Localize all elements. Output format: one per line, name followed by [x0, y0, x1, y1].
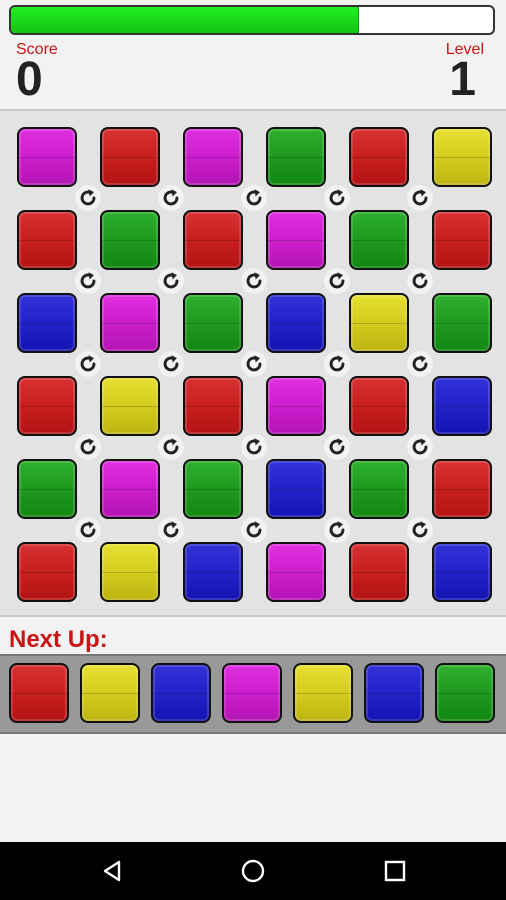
score-value: 0: [16, 53, 43, 106]
rotate-icon[interactable]: [158, 351, 184, 377]
board-tile-blue[interactable]: [266, 293, 326, 353]
board-tile-red[interactable]: [349, 376, 409, 436]
next-up-tile-yellow: [293, 663, 353, 723]
rotate-icon[interactable]: [324, 185, 350, 211]
back-triangle-icon[interactable]: [96, 855, 128, 887]
rotate-icon[interactable]: [241, 268, 267, 294]
level-progress-bar: [9, 5, 495, 35]
next-up-tile-yellow: [80, 663, 140, 723]
board-tile-blue[interactable]: [17, 293, 77, 353]
rotate-icon[interactable]: [407, 351, 433, 377]
rotate-icon[interactable]: [75, 268, 101, 294]
board-tile-blue[interactable]: [266, 459, 326, 519]
rotate-icon[interactable]: [407, 185, 433, 211]
level-value: 1: [449, 53, 476, 106]
progress-bar-fill: [11, 7, 360, 33]
board-tile-magenta[interactable]: [100, 293, 160, 353]
board-tile-blue[interactable]: [432, 542, 492, 602]
board-tile-blue[interactable]: [432, 376, 492, 436]
board-tile-yellow[interactable]: [432, 127, 492, 187]
board-tile-green[interactable]: [349, 459, 409, 519]
rotate-icon[interactable]: [241, 517, 267, 543]
board-tile-red[interactable]: [17, 376, 77, 436]
next-up-tile-blue: [364, 663, 424, 723]
board-tile-red[interactable]: [349, 542, 409, 602]
board-tile-green[interactable]: [183, 459, 243, 519]
board-tile-green[interactable]: [432, 293, 492, 353]
board-tile-blue[interactable]: [183, 542, 243, 602]
next-up-tile-magenta: [222, 663, 282, 723]
board-tile-magenta[interactable]: [266, 376, 326, 436]
game-board: [0, 111, 506, 617]
rotate-icon[interactable]: [241, 351, 267, 377]
rotate-icon[interactable]: [324, 268, 350, 294]
board-tile-green[interactable]: [100, 210, 160, 270]
board-tile-yellow[interactable]: [349, 293, 409, 353]
rotate-icon[interactable]: [158, 268, 184, 294]
board-tile-green[interactable]: [17, 459, 77, 519]
rotate-icon[interactable]: [407, 434, 433, 460]
board-tile-red[interactable]: [183, 376, 243, 436]
board-tile-red[interactable]: [349, 127, 409, 187]
board-tile-green[interactable]: [266, 127, 326, 187]
board-tile-magenta[interactable]: [183, 127, 243, 187]
rotate-icon[interactable]: [158, 517, 184, 543]
home-circle-icon[interactable]: [237, 855, 269, 887]
board-tile-red[interactable]: [100, 127, 160, 187]
board-tile-magenta[interactable]: [17, 127, 77, 187]
board-tile-yellow[interactable]: [100, 376, 160, 436]
next-up-tile-blue: [151, 663, 211, 723]
rotate-icon[interactable]: [158, 185, 184, 211]
board-tile-red[interactable]: [432, 459, 492, 519]
next-up-tile-red: [9, 663, 69, 723]
next-up-label: Next Up:: [9, 626, 108, 653]
system-nav-bar: [0, 842, 506, 900]
rotate-icon[interactable]: [241, 185, 267, 211]
board-tile-yellow[interactable]: [100, 542, 160, 602]
board-tile-magenta[interactable]: [266, 542, 326, 602]
rotate-icon[interactable]: [241, 434, 267, 460]
board-tile-green[interactable]: [183, 293, 243, 353]
board-tile-red[interactable]: [183, 210, 243, 270]
board-tile-magenta[interactable]: [266, 210, 326, 270]
board-tile-red[interactable]: [17, 542, 77, 602]
rotate-icon[interactable]: [158, 434, 184, 460]
rotate-icon[interactable]: [324, 351, 350, 377]
next-up-tile-green: [435, 663, 495, 723]
rotate-icon[interactable]: [75, 517, 101, 543]
rotate-icon[interactable]: [407, 517, 433, 543]
next-up-tray: [0, 654, 506, 734]
rotate-icon[interactable]: [75, 185, 101, 211]
board-tile-magenta[interactable]: [100, 459, 160, 519]
empty-area: [0, 734, 506, 842]
rotate-icon[interactable]: [324, 517, 350, 543]
recents-square-icon[interactable]: [379, 855, 411, 887]
rotate-icon[interactable]: [75, 434, 101, 460]
rotate-icon[interactable]: [407, 268, 433, 294]
rotate-icon[interactable]: [324, 434, 350, 460]
board-tile-red[interactable]: [432, 210, 492, 270]
rotate-icon[interactable]: [75, 351, 101, 377]
board-tile-red[interactable]: [17, 210, 77, 270]
board-tile-green[interactable]: [349, 210, 409, 270]
